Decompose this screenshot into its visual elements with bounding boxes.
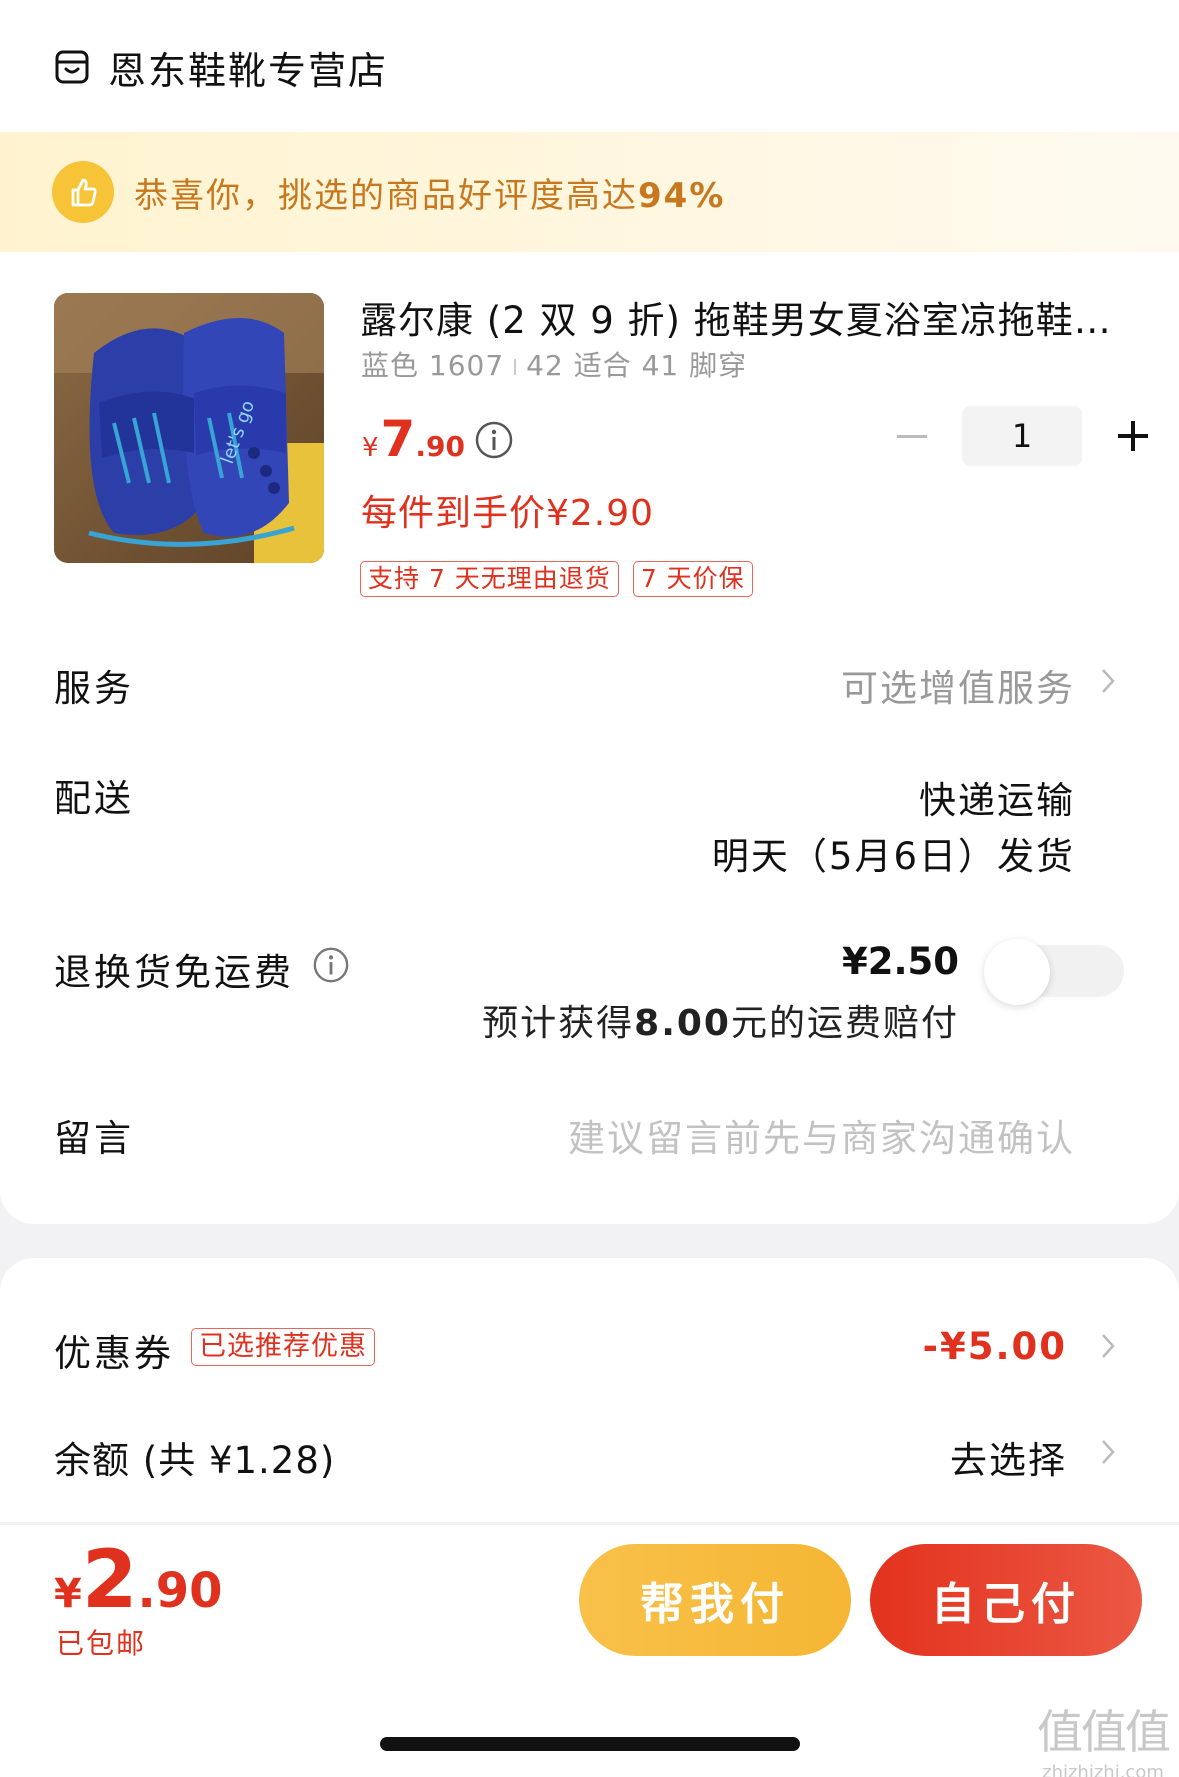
delivery-method[interactable]: 快递运输 (919, 770, 1075, 824)
increase-button[interactable] (1102, 406, 1162, 466)
service-value[interactable]: 可选增值服务 (841, 658, 1075, 712)
coupon-tag: 已选推荐优惠 (191, 1328, 375, 1366)
toggle-knob (984, 939, 1050, 1005)
home-indicator[interactable] (380, 1737, 800, 1751)
service-label: 服务 (54, 667, 134, 710)
return-shipping-toggle[interactable] (984, 939, 1124, 1005)
return-shipping-label: 退换货免运费 (54, 951, 294, 994)
message-input[interactable]: 建议留言前先与商家沟通确认 (568, 1108, 1075, 1162)
return-shipping-price: ¥2.50 (841, 940, 959, 983)
watermark: 值值值 zhizhizhi.com (1037, 1705, 1171, 1777)
price-protect-tag: 7 天价保 (632, 561, 753, 597)
thumbs-up-icon (52, 161, 114, 223)
return-shipping-note: 预计获得8.00元的运费赔付 (482, 1003, 959, 1044)
product-price: ¥ 7 .90 (362, 410, 465, 468)
return-info-icon[interactable] (312, 946, 350, 984)
product-image[interactable]: let's go (54, 293, 324, 563)
product-tags: 支持 7 天无理由退货 7 天价保 (360, 561, 767, 597)
chevron-right-icon[interactable] (1099, 666, 1117, 696)
delivery-label: 配送 (54, 777, 134, 820)
store-name: 恩东鞋靴专营店 (108, 48, 389, 93)
self-pay-button[interactable]: 自己付 (870, 1544, 1142, 1656)
return-policy-tag: 支持 7 天无理由退货 (360, 561, 619, 597)
product-title[interactable]: 露尔康 (2 双 9 折) 拖鞋男女夏浴室凉拖鞋… (360, 290, 1130, 344)
store-header[interactable]: 恩东鞋靴专营店 (54, 40, 388, 94)
quantity-stepper: 1 (882, 406, 1162, 466)
coupon-value[interactable]: -¥5.00 (923, 1325, 1067, 1368)
delivery-date: 明天（5月6日）发货 (711, 835, 1075, 878)
coupon-label: 优惠券 (54, 1332, 174, 1375)
decrease-button[interactable] (882, 406, 942, 466)
praise-text: 恭喜你，挑选的商品好评度高达94% (134, 175, 726, 216)
chevron-right-icon[interactable] (1099, 1437, 1117, 1467)
store-icon (55, 50, 89, 84)
balance-label: 余额 (共 ¥1.28) (54, 1439, 336, 1482)
total-price: ¥ 2 .90 (54, 1533, 223, 1626)
free-shipping-label: 已包邮 (56, 1627, 147, 1660)
product-spec[interactable]: 蓝色 1607 42 适合 41 脚穿 (361, 344, 747, 384)
balance-value[interactable]: 去选择 (950, 1430, 1067, 1484)
quantity-value[interactable]: 1 (962, 406, 1082, 466)
message-label: 留言 (54, 1117, 134, 1160)
praise-banner: 恭喜你，挑选的商品好评度高达94% (0, 132, 1179, 252)
chevron-right-icon[interactable] (1099, 1331, 1117, 1361)
price-info-icon[interactable] (474, 420, 514, 460)
unit-price: 每件到手价¥2.90 (361, 493, 655, 534)
help-pay-button[interactable]: 帮我付 (579, 1544, 851, 1656)
